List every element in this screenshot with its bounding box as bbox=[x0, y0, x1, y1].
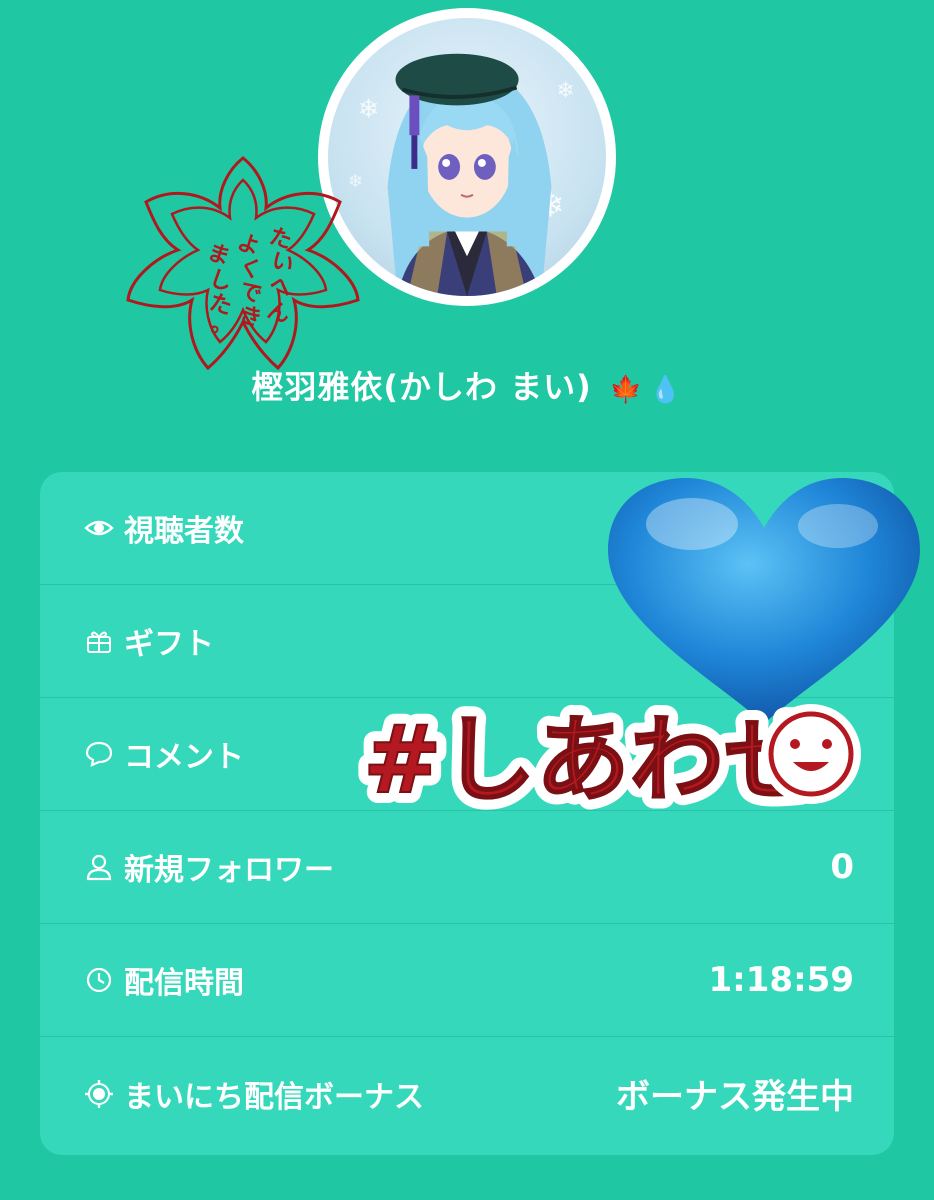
avatar-image: ❄ ❄ ❄ ❄ bbox=[328, 18, 606, 296]
svg-text:ん: ん bbox=[264, 298, 293, 329]
svg-text:❄: ❄ bbox=[556, 78, 574, 103]
sakura-stamp-sticker: た い へ ん よ く で き ま し た 。 bbox=[126, 156, 360, 371]
stat-label: 配信時間 bbox=[124, 966, 244, 1001]
user-icon bbox=[82, 850, 116, 884]
avatar-anime-character-icon: ❄ ❄ ❄ ❄ bbox=[348, 53, 575, 296]
stat-label: 新規フォロワー bbox=[124, 853, 334, 888]
svg-text:へ: へ bbox=[266, 272, 295, 303]
stat-value: 0 bbox=[830, 847, 854, 887]
stat-label: まいにち配信ボーナス bbox=[124, 1079, 424, 1115]
drop-icon: 💧 bbox=[649, 375, 683, 405]
gift-icon bbox=[82, 624, 116, 658]
maple-leaf-icon: 🍁 bbox=[609, 375, 644, 405]
sun-icon bbox=[82, 1077, 116, 1111]
hashtag-shiawase-sticker: #しあわせ #しあわせ bbox=[355, 695, 861, 820]
display-name-text: 樫羽雅依(かしわ まい) bbox=[251, 368, 592, 406]
stat-value: 1:18:59 bbox=[708, 960, 854, 1000]
stat-row-daily-bonus: まいにち配信ボーナス ボーナス発生中 bbox=[40, 1037, 894, 1150]
eye-icon bbox=[82, 511, 116, 545]
display-name: 樫羽雅依(かしわ まい) 🍁 💧 bbox=[0, 362, 934, 408]
svg-text:#しあわせ: #しあわせ bbox=[363, 706, 818, 815]
stat-row-stream-time: 配信時間 1:18:59 bbox=[40, 924, 894, 1037]
comment-icon bbox=[82, 737, 116, 771]
stat-value: ボーナス発生中 bbox=[616, 1077, 854, 1117]
svg-text:ま: ま bbox=[204, 240, 233, 271]
stat-row-new-followers: 新規フォロワー 0 bbox=[40, 811, 894, 924]
clock-icon bbox=[82, 963, 116, 997]
svg-text:❄: ❄ bbox=[358, 94, 380, 124]
